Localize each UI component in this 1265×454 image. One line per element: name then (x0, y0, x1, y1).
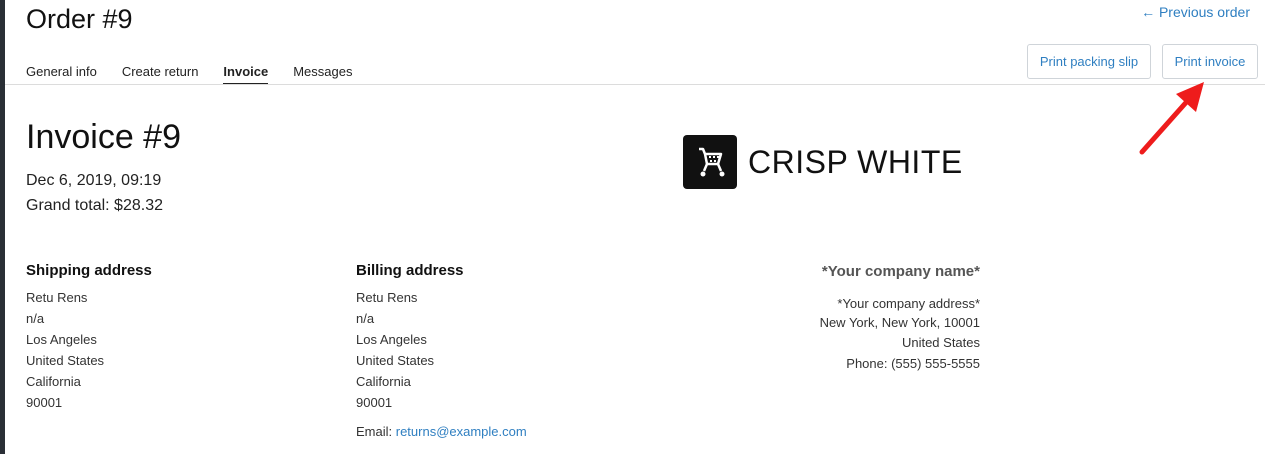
billing-line: n/a (356, 311, 375, 326)
billing-heading: Billing address (356, 262, 464, 279)
billing-line: California (356, 374, 411, 389)
shipping-address: Shipping address Retu Rens n/a Los Angel… (26, 260, 152, 413)
tab-create-return[interactable]: Create return (122, 64, 199, 85)
billing-address: Billing address Retu Rens n/a Los Angele… (356, 260, 464, 413)
email-label: Email: (356, 424, 396, 439)
company-country: United States (901, 334, 980, 350)
billing-line: United States (356, 353, 435, 368)
billing-line: 90001 (356, 395, 393, 410)
company-address: *Your company address* (837, 295, 980, 311)
shipping-heading: Shipping address (26, 262, 152, 279)
billing-line: Retu Rens (356, 290, 418, 305)
invoice-date: Dec 6, 2019, 09:19 (26, 172, 162, 189)
company-info: *Your company name* *Your company addres… (820, 262, 980, 374)
left-edge-bar (0, 0, 5, 454)
brand-name: CRISP WHITE (748, 143, 963, 180)
print-packing-slip-button[interactable]: Print packing slip (1027, 44, 1151, 79)
invoice-grand-total: Grand total: $28.32 (26, 197, 163, 214)
billing-email-row: Email: returns@example.com (356, 424, 527, 439)
cart-icon (683, 135, 737, 189)
tab-invoice[interactable]: Invoice (223, 64, 269, 85)
billing-line: Los Angeles (356, 332, 427, 347)
print-invoice-button[interactable]: Print invoice (1162, 44, 1258, 79)
tab-bar: General info Create return Invoice Messa… (26, 64, 377, 85)
shipping-line: United States (26, 353, 105, 368)
brand-logo: CRISP WHITE (683, 135, 963, 189)
page-title: Order #9 (26, 4, 133, 34)
tab-messages[interactable]: Messages (293, 64, 352, 85)
shipping-line: 90001 (26, 395, 63, 410)
tab-general-info[interactable]: General info (26, 64, 97, 85)
annotation-arrow-icon (1139, 82, 1204, 155)
previous-order-link[interactable]: ← Previous order (1141, 4, 1250, 20)
company-city: New York, New York, 10001 (819, 315, 980, 330)
company-phone: Phone: (555) 555-5555 (846, 356, 980, 371)
shipping-line: Los Angeles (26, 332, 97, 347)
invoice-title: Invoice #9 (26, 118, 181, 156)
company-name: *Your company name* (821, 263, 980, 280)
email-link[interactable]: returns@example.com (396, 424, 527, 439)
shipping-line: Retu Rens (26, 290, 88, 305)
tabs-divider (5, 84, 1265, 85)
shipping-line: California (26, 374, 81, 389)
shipping-line: n/a (26, 311, 45, 326)
